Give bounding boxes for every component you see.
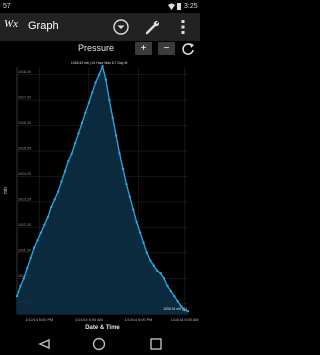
data-point xyxy=(125,182,128,186)
y-tick-label: 1013.20 xyxy=(18,197,31,201)
data-point xyxy=(70,152,73,155)
x-tick-label: 1/13/14 6:00 AM xyxy=(75,318,103,322)
data-point xyxy=(142,241,145,244)
data-point xyxy=(22,277,26,280)
data-point xyxy=(46,216,49,219)
y-tick-label: 1017.20 xyxy=(18,96,31,100)
data-point xyxy=(101,65,104,68)
data-point xyxy=(176,300,179,303)
overflow-menu-icon[interactable] xyxy=(178,19,188,35)
data-point xyxy=(128,195,132,199)
y-tick-label: 1012.20 xyxy=(18,223,31,227)
pressure-chart[interactable]: 1009.201010.201011.201012.201013.201014.… xyxy=(0,57,200,333)
data-point xyxy=(169,289,173,293)
data-point xyxy=(111,116,114,120)
x-tick-label: 1/14/14 6:00 AM xyxy=(171,318,199,322)
y-tick-label: 1018.20 xyxy=(18,70,31,74)
data-point xyxy=(19,284,22,288)
chevron-down-circle-icon[interactable] xyxy=(113,19,129,35)
action-bar: Wx Graph xyxy=(0,13,200,41)
y-tick-label: 1016.20 xyxy=(18,121,31,125)
data-point xyxy=(121,167,125,171)
y-axis-label: mb xyxy=(3,187,9,194)
home-icon[interactable] xyxy=(92,337,106,351)
zoom-in-button[interactable]: + xyxy=(135,42,152,55)
data-point xyxy=(145,251,149,255)
data-point xyxy=(56,190,60,193)
value-annotation: 1018.53 mb | 24 Hour Max 8.7 Day M xyxy=(71,61,128,65)
data-point xyxy=(91,91,94,94)
status-bar: 57 3:25 xyxy=(0,0,200,13)
data-point xyxy=(43,223,46,227)
data-point xyxy=(80,121,84,125)
data-point xyxy=(39,231,43,234)
data-point xyxy=(77,132,80,135)
wifi-icon xyxy=(168,3,175,10)
app-logo[interactable]: Wx xyxy=(3,16,25,38)
battery-icon xyxy=(177,3,181,10)
app-title: Graph xyxy=(28,20,59,32)
data-point xyxy=(67,160,70,163)
data-point xyxy=(26,266,29,270)
graph-header: Pressure + − xyxy=(0,41,200,57)
data-point xyxy=(32,246,36,249)
value-annotation: 1008.91 mb (24 xyxy=(163,307,187,311)
wrench-icon[interactable] xyxy=(144,18,162,36)
y-tick-label: 1014.20 xyxy=(18,172,31,176)
graph-title: Pressure xyxy=(78,43,115,53)
data-point xyxy=(186,309,190,313)
data-point xyxy=(132,208,135,211)
data-point xyxy=(63,170,67,173)
data-point xyxy=(87,101,91,104)
data-point xyxy=(36,238,39,242)
x-tick-label: 1/13/14 6:00 PM xyxy=(124,318,152,322)
recents-icon[interactable] xyxy=(149,337,163,351)
back-icon[interactable] xyxy=(37,337,51,351)
data-point xyxy=(73,142,77,145)
x-tick-label: 1/12/14 6:00 PM xyxy=(25,318,53,322)
data-point xyxy=(29,256,32,260)
notification-count: 57 xyxy=(3,3,11,10)
data-point xyxy=(162,277,166,280)
data-point xyxy=(138,231,142,234)
data-point xyxy=(15,294,19,298)
data-point xyxy=(156,269,159,272)
data-point xyxy=(104,78,108,81)
navigation-bar xyxy=(0,333,200,355)
y-tick-label: 1011.20 xyxy=(18,248,31,252)
data-point xyxy=(53,198,56,201)
data-point xyxy=(97,73,101,76)
data-point xyxy=(84,111,87,115)
x-axis-label: Date & Time xyxy=(85,325,120,331)
data-point xyxy=(152,264,155,267)
clock: 3:25 xyxy=(184,3,198,10)
data-point xyxy=(60,180,63,183)
data-point xyxy=(149,259,152,262)
data-point xyxy=(159,272,162,275)
zoom-out-button[interactable]: − xyxy=(158,42,175,55)
data-point xyxy=(166,284,169,288)
data-point xyxy=(173,294,176,298)
data-point xyxy=(50,205,53,209)
svg-text:Wx: Wx xyxy=(4,18,18,30)
data-point xyxy=(108,98,111,102)
data-point xyxy=(118,152,121,155)
data-point xyxy=(94,81,97,84)
refresh-icon[interactable] xyxy=(180,42,196,56)
data-point xyxy=(114,134,118,137)
data-point xyxy=(135,221,138,224)
y-tick-label: 1015.20 xyxy=(18,147,31,151)
